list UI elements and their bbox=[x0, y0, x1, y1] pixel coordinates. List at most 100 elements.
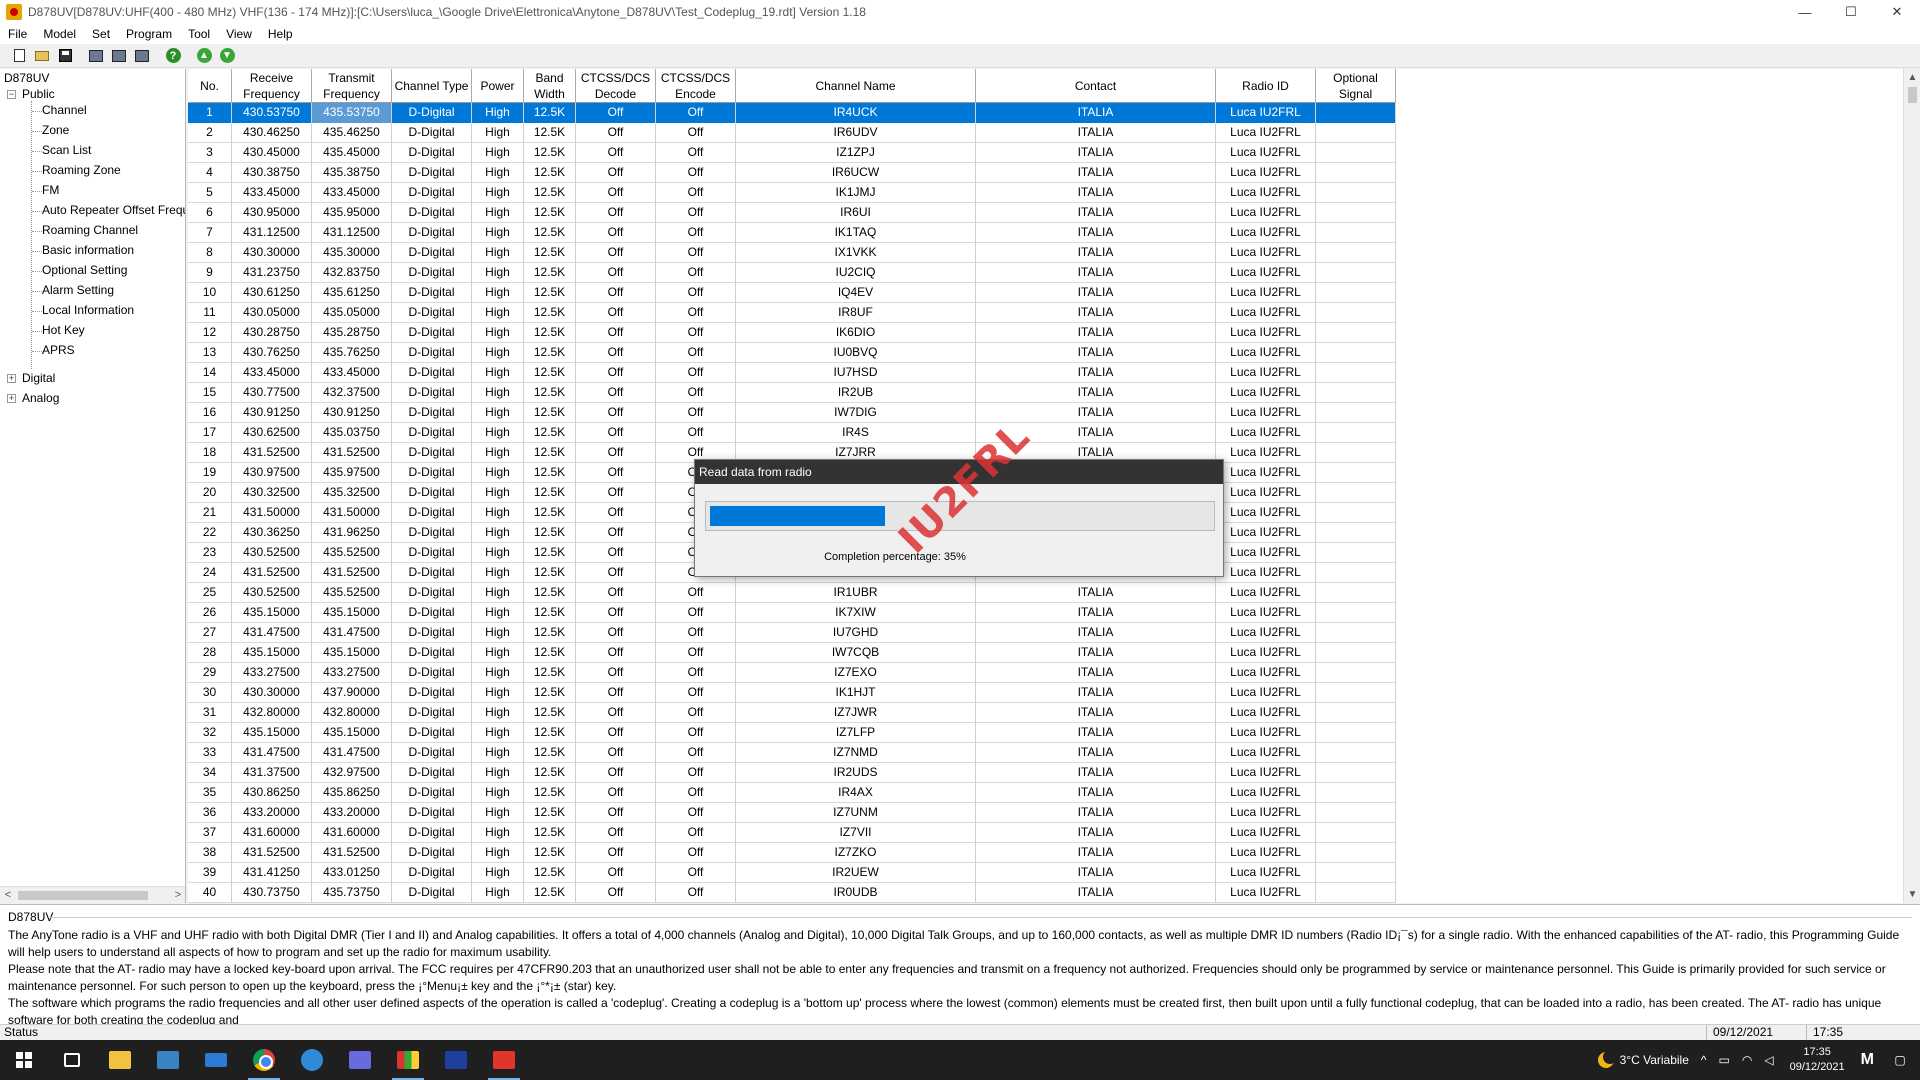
cell-rx[interactable]: 430.76250 bbox=[232, 343, 312, 363]
cell-tx[interactable]: 431.60000 bbox=[312, 823, 392, 843]
save-file-button[interactable] bbox=[54, 46, 76, 66]
cell-type[interactable]: D-Digital bbox=[392, 663, 472, 683]
cell-opt[interactable] bbox=[1316, 683, 1396, 703]
cell-enc[interactable]: Off bbox=[656, 363, 736, 383]
cell-opt[interactable] bbox=[1316, 363, 1396, 383]
cell-power[interactable]: High bbox=[472, 403, 524, 423]
cell-type[interactable]: D-Digital bbox=[392, 463, 472, 483]
cell-opt[interactable] bbox=[1316, 283, 1396, 303]
cell-name[interactable]: IZ7LFP bbox=[736, 723, 976, 743]
cell-no[interactable]: 15 bbox=[188, 383, 232, 403]
cell-dec[interactable]: Off bbox=[576, 103, 656, 123]
tree-item-fm[interactable]: FM bbox=[42, 183, 59, 197]
cell-no[interactable]: 23 bbox=[188, 543, 232, 563]
cell-tx[interactable]: 431.96250 bbox=[312, 523, 392, 543]
cell-dec[interactable]: Off bbox=[576, 543, 656, 563]
cell-enc[interactable]: Off bbox=[656, 603, 736, 623]
cell-bw[interactable]: 12.5K bbox=[524, 103, 576, 123]
cell-power[interactable]: High bbox=[472, 843, 524, 863]
cell-bw[interactable]: 12.5K bbox=[524, 863, 576, 883]
cell-tx[interactable]: 435.53750 bbox=[312, 103, 392, 123]
table-row[interactable]: 10 430.61250 435.61250 D-Digital High 12.5K Of… bbox=[188, 283, 1396, 303]
cell-power[interactable]: High bbox=[472, 743, 524, 763]
cell-rx[interactable]: 430.73750 bbox=[232, 883, 312, 903]
cell-bw[interactable]: 12.5K bbox=[524, 643, 576, 663]
cell-power[interactable]: High bbox=[472, 763, 524, 783]
cell-radio-id[interactable]: Luca IU2FRL bbox=[1216, 683, 1316, 703]
upload-button[interactable]: ▲ bbox=[193, 46, 215, 66]
cell-tx[interactable]: 433.01250 bbox=[312, 863, 392, 883]
column-header-opt[interactable]: Optional Signal bbox=[1316, 69, 1396, 103]
cell-type[interactable]: D-Digital bbox=[392, 183, 472, 203]
cell-bw[interactable]: 12.5K bbox=[524, 343, 576, 363]
cell-opt[interactable] bbox=[1316, 443, 1396, 463]
cell-name[interactable]: IZ7VII bbox=[736, 823, 976, 843]
cell-bw[interactable]: 12.5K bbox=[524, 583, 576, 603]
table-row[interactable]: 34 431.37500 432.97500 D-Digital High 12.5K Of… bbox=[188, 763, 1396, 783]
cell-enc[interactable]: Off bbox=[656, 783, 736, 803]
cell-rx[interactable]: 430.28750 bbox=[232, 323, 312, 343]
cell-radio-id[interactable]: Luca IU2FRL bbox=[1216, 623, 1316, 643]
cell-power[interactable]: High bbox=[472, 703, 524, 723]
cell-tx[interactable]: 437.90000 bbox=[312, 683, 392, 703]
cell-contact[interactable]: ITALIA bbox=[976, 363, 1216, 383]
cell-no[interactable]: 32 bbox=[188, 723, 232, 743]
cell-dec[interactable]: Off bbox=[576, 743, 656, 763]
cell-contact[interactable]: ITALIA bbox=[976, 263, 1216, 283]
cell-bw[interactable]: 12.5K bbox=[524, 143, 576, 163]
cell-opt[interactable] bbox=[1316, 743, 1396, 763]
cell-opt[interactable] bbox=[1316, 503, 1396, 523]
cell-no[interactable]: 40 bbox=[188, 883, 232, 903]
cell-power[interactable]: High bbox=[472, 463, 524, 483]
cell-opt[interactable] bbox=[1316, 763, 1396, 783]
cell-power[interactable]: High bbox=[472, 343, 524, 363]
cell-rx[interactable]: 430.38750 bbox=[232, 163, 312, 183]
cell-type[interactable]: D-Digital bbox=[392, 563, 472, 583]
cell-no[interactable]: 26 bbox=[188, 603, 232, 623]
column-header-dec[interactable]: CTCSS/DCS Decode bbox=[576, 69, 656, 103]
taskbar-edge[interactable] bbox=[288, 1040, 336, 1080]
taskbar-network-app[interactable] bbox=[336, 1040, 384, 1080]
cell-tx[interactable]: 435.03750 bbox=[312, 423, 392, 443]
cell-rx[interactable]: 430.86250 bbox=[232, 783, 312, 803]
cell-radio-id[interactable]: Luca IU2FRL bbox=[1216, 663, 1316, 683]
cell-type[interactable]: D-Digital bbox=[392, 603, 472, 623]
cell-name[interactable]: IK1JMJ bbox=[736, 183, 976, 203]
cell-rx[interactable]: 431.47500 bbox=[232, 623, 312, 643]
cell-name[interactable]: IU0BVQ bbox=[736, 343, 976, 363]
cell-power[interactable]: High bbox=[472, 143, 524, 163]
cell-no[interactable]: 35 bbox=[188, 783, 232, 803]
cell-enc[interactable]: Off bbox=[656, 283, 736, 303]
cell-no[interactable]: 5 bbox=[188, 183, 232, 203]
cell-enc[interactable]: Off bbox=[656, 343, 736, 363]
cell-enc[interactable]: Off bbox=[656, 723, 736, 743]
minimize-button[interactable]: — bbox=[1782, 0, 1828, 24]
menu-tool[interactable]: Tool bbox=[180, 24, 218, 44]
cell-name[interactable]: IK6DIO bbox=[736, 323, 976, 343]
cell-bw[interactable]: 12.5K bbox=[524, 383, 576, 403]
menu-help[interactable]: Help bbox=[260, 24, 301, 44]
cell-dec[interactable]: Off bbox=[576, 423, 656, 443]
cell-bw[interactable]: 12.5K bbox=[524, 223, 576, 243]
taskbar-chrome[interactable] bbox=[240, 1040, 288, 1080]
cell-name[interactable]: IR6UDV bbox=[736, 123, 976, 143]
cell-no[interactable]: 19 bbox=[188, 463, 232, 483]
cell-no[interactable]: 13 bbox=[188, 343, 232, 363]
cell-no[interactable]: 10 bbox=[188, 283, 232, 303]
cell-no[interactable]: 7 bbox=[188, 223, 232, 243]
cell-no[interactable]: 6 bbox=[188, 203, 232, 223]
cell-type[interactable]: D-Digital bbox=[392, 643, 472, 663]
cell-type[interactable]: D-Digital bbox=[392, 303, 472, 323]
cell-opt[interactable] bbox=[1316, 323, 1396, 343]
table-vertical-scrollbar[interactable]: ▲ ▼ bbox=[1903, 69, 1920, 903]
cell-tx[interactable]: 431.47500 bbox=[312, 743, 392, 763]
cell-name[interactable]: IR6UCW bbox=[736, 163, 976, 183]
cell-enc[interactable]: Off bbox=[656, 583, 736, 603]
taskbar-cps[interactable] bbox=[480, 1040, 528, 1080]
cell-bw[interactable]: 12.5K bbox=[524, 623, 576, 643]
cell-opt[interactable] bbox=[1316, 123, 1396, 143]
cell-dec[interactable]: Off bbox=[576, 303, 656, 323]
table-row[interactable]: 14 433.45000 433.45000 D-Digital High 12.5K Of… bbox=[188, 363, 1396, 383]
table-row[interactable]: 5 433.45000 433.45000 D-Digital High 12.5K Off… bbox=[188, 183, 1396, 203]
open-file-button[interactable] bbox=[31, 46, 53, 66]
